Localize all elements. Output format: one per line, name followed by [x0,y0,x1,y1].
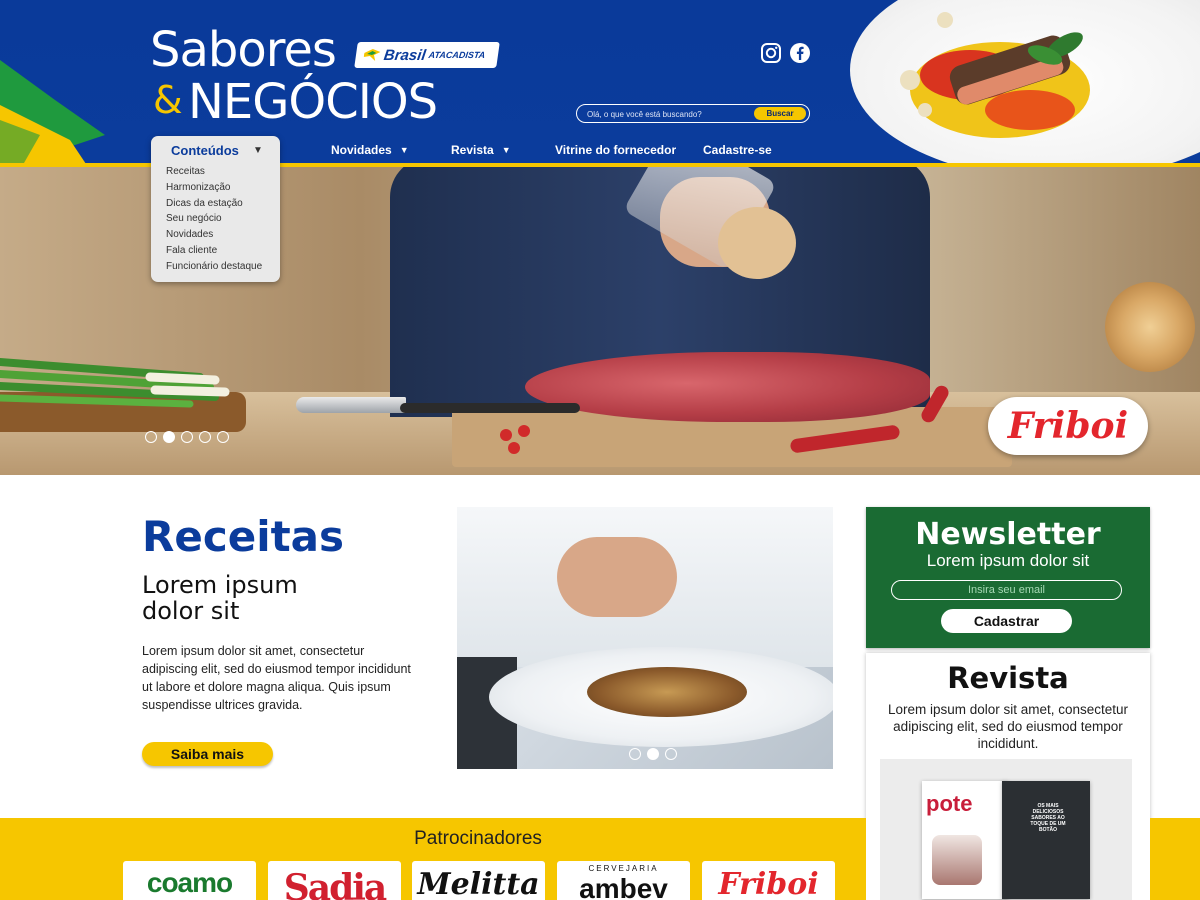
sponsor-logo-sadia[interactable]: Sadia [268,861,401,900]
nav-vitrine[interactable]: Vitrine do fornecedor [555,143,676,157]
receitas-carousel-dots [629,748,677,760]
search-bar: Buscar [576,104,810,123]
dropdown-list: Receitas Harmonização Dicas da estação S… [166,164,262,275]
revista-title: Revista [947,661,1069,695]
sadia-wordmark: Sadia [283,867,388,900]
brazil-flag-swoosh [0,60,105,170]
hero-carousel-dots [145,431,229,443]
receitas-photo-carousel [457,507,833,769]
saiba-mais-button[interactable]: Saiba mais [142,742,273,766]
newsletter-subtitle: Lorem ipsum dolor sit [926,551,1090,570]
nav-revista-label: Revista [451,143,494,157]
receitas-body: Lorem ipsum dolor sit amet, consectetur … [142,644,411,712]
carousel-dot[interactable] [199,431,211,443]
email-field[interactable] [891,580,1122,600]
magazine-right-page: OS MAIS DELICIOSOS SABORES AO TOQUE DE U… [1002,781,1090,899]
nav-cadastre[interactable]: Cadastre-se [703,143,772,157]
sponsor-logo-coamo[interactable]: coamo [123,861,256,900]
logo-sabores[interactable]: Sabores [150,22,337,78]
carousel-dot[interactable] [145,431,157,443]
cherry-tomato [500,429,512,441]
sponsor-logo-friboi[interactable]: Friboi [702,861,835,900]
dropdown-item-negocio[interactable]: Seu negócio [166,211,262,227]
plated-dish [587,667,747,717]
ambev-cervejaria: CERVEJARIA [588,864,659,873]
friboi-sponsor-badge[interactable]: Friboi [988,397,1148,455]
sponsor-logo-ambev[interactable]: CERVEJARIA ambev [557,861,690,900]
carousel-dot[interactable] [181,431,193,443]
header-food-photo [850,0,1200,180]
dropdown-item-funcionario[interactable]: Funcionário destaque [166,259,262,275]
dropdown-title[interactable]: Conteúdos [171,143,239,158]
search-button[interactable]: Buscar [754,107,806,120]
sponsor-logo-melitta[interactable]: Melitta [412,861,545,900]
green-onions [0,358,230,408]
dropdown-item-fala-cliente[interactable]: Fala cliente [166,243,262,259]
carousel-dot-active[interactable] [647,748,659,760]
logo-negocios[interactable]: NEGÓCIOS [188,74,438,130]
cadastrar-button[interactable]: Cadastrar [941,609,1072,633]
caret-down-icon[interactable]: ▼ [253,145,263,156]
caret-down-icon: ▼ [501,145,511,155]
dropdown-item-novidades[interactable]: Novidades [166,227,262,243]
beef-cut [525,352,930,422]
dropdown-item-dicas[interactable]: Dicas da estação [166,196,262,212]
magazine-cover-title: pote [926,791,973,816]
receitas-subtitle-line2: dolor sit [142,597,240,625]
sponsors-section-right [1150,818,1200,900]
sponsors-title: Patrocinadores [414,828,542,849]
cherry-tomato [518,425,530,437]
coamo-wordmark: coamo [146,867,233,898]
cherry-tomato [508,442,520,454]
nav-novidades-label: Novidades [331,143,392,157]
carousel-dot-active[interactable] [163,431,175,443]
chef-hand [557,537,677,617]
nav-cadastre-label: Cadastre-se [703,143,772,157]
dropdown-item-receitas[interactable]: Receitas [166,164,262,180]
receitas-title: Receitas [142,512,345,561]
knife-handle [400,403,580,413]
nav-revista[interactable]: Revista ▼ [451,143,511,157]
revista-box: Revista Lorem ipsum dolor sit amet, cons… [866,653,1150,900]
receitas-subtitle: Lorem ipsum dolor sit [142,572,402,624]
bird-logo-icon [363,49,381,61]
badge-brand: Brasil [382,46,427,64]
conteudos-dropdown[interactable]: Conteúdos ▼ Receitas Harmonização Dicas … [151,136,280,282]
caret-down-icon: ▼ [399,145,409,155]
search-input[interactable] [587,107,747,121]
melitta-wordmark: Melitta [417,867,540,900]
grinder-top [718,207,796,279]
receitas-subtitle-line1: Lorem ipsum [142,571,298,599]
revista-body: Lorem ipsum dolor sit amet, consectetur … [887,702,1129,751]
friboi-wordmark: Friboi [718,867,819,900]
page: Sabores & NEGÓCIOS Brasil ATACADISTA Bus… [0,0,1200,900]
carousel-dot[interactable] [665,748,677,760]
knife-blade [296,397,406,413]
dropdown-item-harmonizacao[interactable]: Harmonização [166,180,262,196]
newsletter-title: Newsletter [915,517,1101,552]
carousel-dot[interactable] [217,431,229,443]
logo-ampersand: & [153,78,183,122]
facebook-icon[interactable] [789,42,811,64]
nav-vitrine-label: Vitrine do fornecedor [555,143,677,157]
carousel-dot[interactable] [629,748,641,760]
salmon-dish-illustration [900,12,1090,138]
wood-log [1105,282,1195,372]
newsletter-box: Newsletter Lorem ipsum dolor sit Cadastr… [866,507,1150,648]
badge-sub: ATACADISTA [428,50,486,60]
instagram-icon[interactable] [760,42,782,64]
magazine-cover-text: OS MAIS DELICIOSOS SABORES AO TOQUE DE U… [1030,803,1066,833]
brasil-atacadista-badge: Brasil ATACADISTA [354,42,500,68]
nav-novidades[interactable]: Novidades ▼ [331,143,409,157]
